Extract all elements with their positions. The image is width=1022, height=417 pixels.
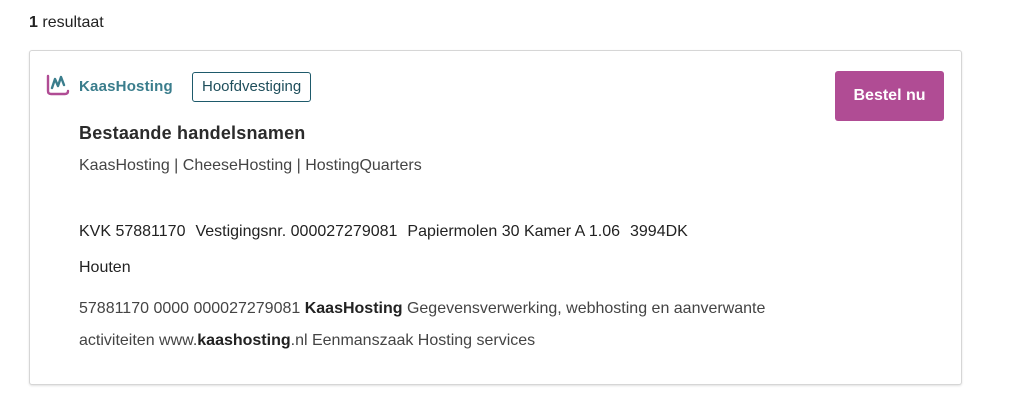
description-suffix: .nl Eenmanszaak Hosting services <box>290 332 536 349</box>
description-domain: kaashosting <box>197 332 291 349</box>
company-result-card: KaasHosting Hoofdvestiging Bestel nu Bes… <box>29 50 962 385</box>
trade-names-list: KaasHosting | CheeseHosting | HostingQua… <box>79 157 422 174</box>
street-address: Papiermolen 30 Kamer A 1.06 <box>407 223 620 240</box>
result-count-label: resultaat <box>42 14 104 31</box>
description-prefix: 57881170 0000 000027279081 <box>79 300 305 317</box>
trade-names-heading: Bestaande handelsnamen <box>79 123 306 143</box>
kvk-number: KVK 57881170 <box>79 223 186 240</box>
order-now-button[interactable]: Bestel nu <box>835 71 944 121</box>
postcode: 3994DK <box>630 223 688 240</box>
company-description: 57881170 0000 000027279081 KaasHosting G… <box>79 293 779 357</box>
company-logo-text: KaasHosting <box>79 77 173 95</box>
kaashosting-logo-icon <box>45 71 71 97</box>
company-address: KVK 57881170 Vestigingsnr. 000027279081 Pa… <box>79 214 799 286</box>
headquarters-badge: Hoofdvestiging <box>192 72 312 102</box>
result-count-number: 1 <box>29 14 38 31</box>
city: Houten <box>79 259 131 276</box>
result-count: 1 resultaat <box>29 14 104 32</box>
description-company-name: KaasHosting <box>304 300 403 317</box>
branch-number: Vestigingsnr. 000027279081 <box>195 223 398 240</box>
company-logo[interactable]: KaasHosting <box>45 71 173 97</box>
